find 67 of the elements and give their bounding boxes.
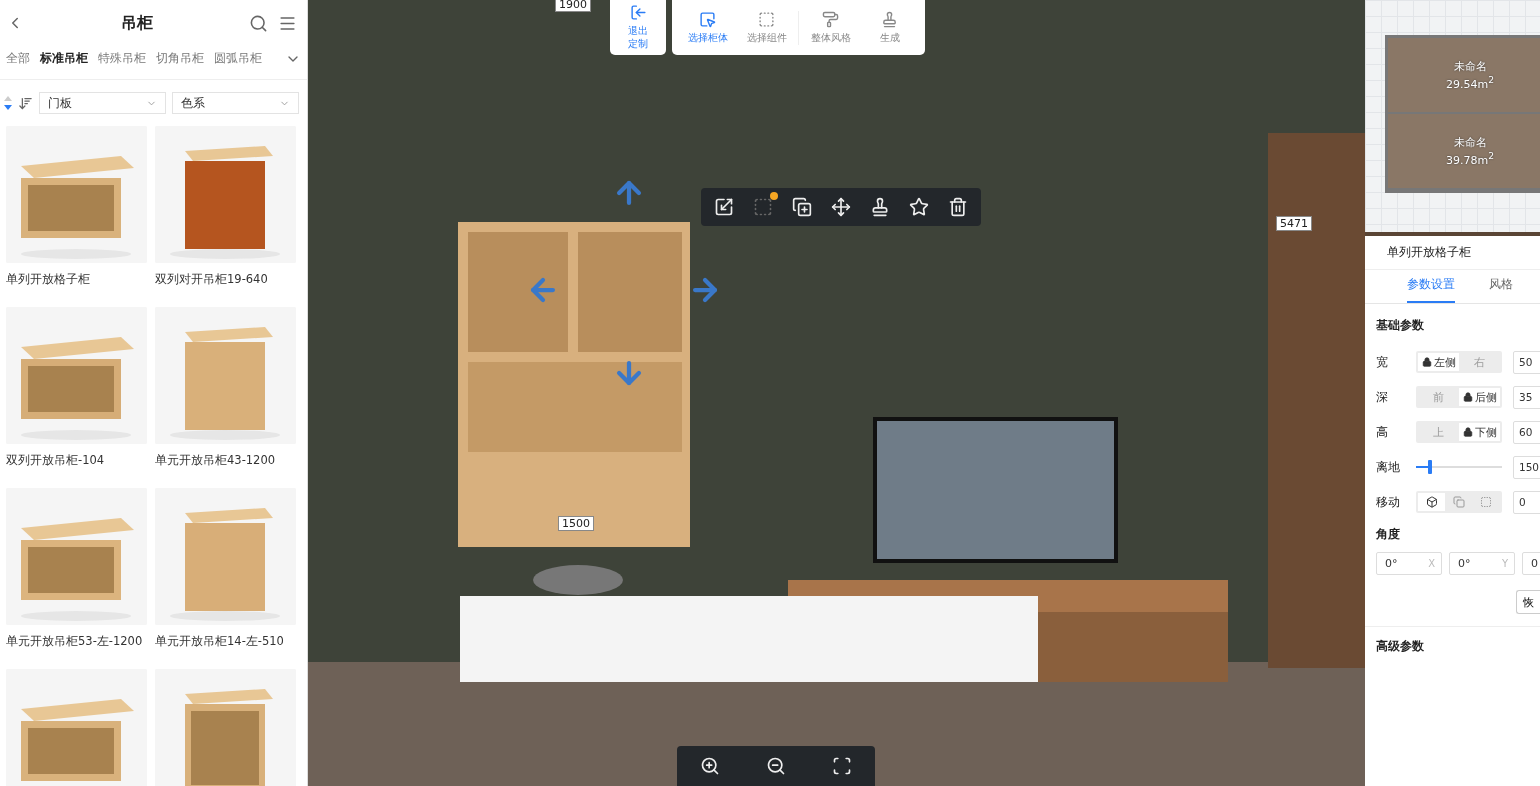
room-area: 29.54m$^{2}$ bbox=[1445, 74, 1494, 91]
select-cabinet-icon bbox=[699, 10, 716, 28]
lock-icon bbox=[1462, 392, 1473, 402]
section-title: 基础参数 bbox=[1375, 317, 1425, 333]
lock-icon bbox=[1462, 427, 1473, 437]
product-name[interactable]: 双列开放吊柜-104 bbox=[6, 453, 147, 468]
parameter-label: 深 bbox=[1376, 389, 1389, 405]
floor-plan-minimap[interactable]: 未命名 29.54m$^{2}$ 未命名 39.78m$^{2}$ bbox=[1365, 0, 1540, 236]
toolbar-button[interactable]: 选择柜体 bbox=[680, 9, 735, 46]
room-area: 39.78m$^{2}$ bbox=[1445, 150, 1494, 167]
exit-arrow-icon bbox=[629, 4, 647, 21]
filter-value: 色系 bbox=[181, 94, 205, 112]
category-tab[interactable]: 特殊吊柜 bbox=[98, 50, 146, 67]
product-name[interactable]: 单元开放吊柜14-左-510 bbox=[155, 634, 296, 649]
lock-option[interactable]: 左侧 bbox=[1418, 353, 1459, 371]
properties-tab[interactable]: 参数设置 bbox=[1407, 276, 1455, 303]
product-name[interactable]: 单元开放吊柜53-左-1200 bbox=[6, 634, 147, 649]
dimension-label: 1900 bbox=[555, 0, 591, 12]
parameter-label: 移动 bbox=[1376, 494, 1401, 510]
sort-order-icon[interactable] bbox=[4, 95, 12, 111]
section-title: 角度 bbox=[1375, 526, 1401, 542]
parameter-label: 离地 bbox=[1376, 459, 1401, 475]
select-component-icon bbox=[758, 10, 775, 28]
value-field[interactable]: 0 bbox=[1513, 490, 1540, 514]
value-field[interactable]: 35 bbox=[1513, 385, 1540, 409]
category-tab[interactable]: 全部 bbox=[6, 50, 30, 67]
product-name[interactable]: 单列开放格子柜 bbox=[6, 272, 147, 287]
angle-field[interactable]: 0 bbox=[1522, 552, 1540, 575]
copy-icon bbox=[1453, 496, 1465, 508]
lock-option[interactable]: 下侧 bbox=[1459, 423, 1500, 441]
parameter-label: 宽 bbox=[1376, 354, 1389, 370]
room-name: 未命名 bbox=[1453, 135, 1487, 151]
toolbar-button[interactable]: 生成 bbox=[862, 9, 917, 46]
dashed-square-icon bbox=[1480, 496, 1493, 508]
category-tab[interactable]: 切角吊柜 bbox=[156, 50, 204, 67]
category-tab[interactable]: 标准吊柜 bbox=[40, 50, 88, 67]
properties-tab[interactable]: 风格 bbox=[1489, 276, 1513, 303]
value-field[interactable]: 150 bbox=[1513, 455, 1540, 479]
move-mode-option[interactable] bbox=[1418, 493, 1446, 511]
stamp-icon bbox=[881, 10, 898, 28]
toolbar-button[interactable]: 选择组件 bbox=[739, 9, 794, 46]
angle-field[interactable]: 0° Y bbox=[1449, 552, 1515, 575]
value-field[interactable]: 50 bbox=[1513, 350, 1540, 374]
search-button[interactable] bbox=[249, 13, 268, 33]
product-name[interactable]: 单元开放吊柜43-1200 bbox=[155, 453, 296, 468]
product-name[interactable]: 双列对开吊柜19-640 bbox=[155, 272, 296, 287]
toolbar-button[interactable]: 整体风格 bbox=[803, 9, 858, 46]
section-title: 高级参数 bbox=[1365, 626, 1540, 654]
sort-icon[interactable] bbox=[18, 95, 33, 111]
filter-dropdown[interactable]: 色系 bbox=[172, 92, 299, 114]
filter-value: 门板 bbox=[48, 94, 72, 112]
panel-title: 吊柜 bbox=[119, 12, 154, 34]
properties-title: 单列开放格子柜 bbox=[1387, 244, 1471, 261]
lock-icon bbox=[1421, 357, 1432, 367]
angle-field[interactable]: 0° X bbox=[1376, 552, 1442, 575]
room-name: 未命名 bbox=[1453, 59, 1487, 75]
paint-roller-icon bbox=[822, 10, 839, 28]
dimension-label: 1500 bbox=[558, 516, 594, 531]
dimension-label: 5471 bbox=[1276, 216, 1312, 231]
slider-thumb[interactable] bbox=[1428, 460, 1433, 474]
category-tab[interactable]: 圆弧吊柜 bbox=[214, 50, 262, 67]
parameter-label: 高 bbox=[1376, 424, 1389, 440]
box-icon bbox=[1425, 496, 1438, 508]
value-field[interactable]: 60 bbox=[1513, 420, 1540, 444]
filter-dropdown[interactable]: 门板 bbox=[39, 92, 166, 114]
lock-option[interactable]: 后侧 bbox=[1459, 388, 1500, 406]
reset-button[interactable]: 恢 bbox=[1516, 590, 1540, 614]
